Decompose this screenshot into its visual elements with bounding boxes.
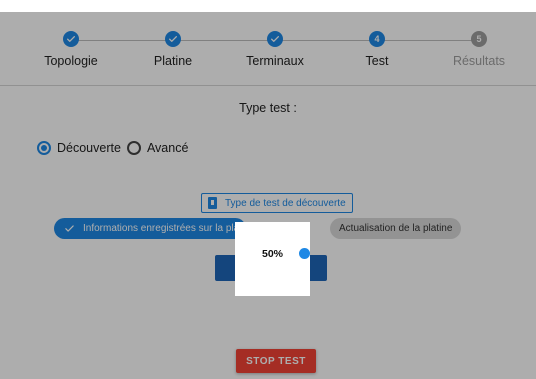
progress-dialog: 50% <box>235 222 310 296</box>
progress-percent: 50% <box>262 248 284 260</box>
modal-backdrop <box>0 0 536 379</box>
test-page: Topologie Platine Terminaux 4 Test 5 Rés… <box>0 0 536 379</box>
top-edge <box>0 0 536 12</box>
spinner-icon <box>299 248 310 259</box>
